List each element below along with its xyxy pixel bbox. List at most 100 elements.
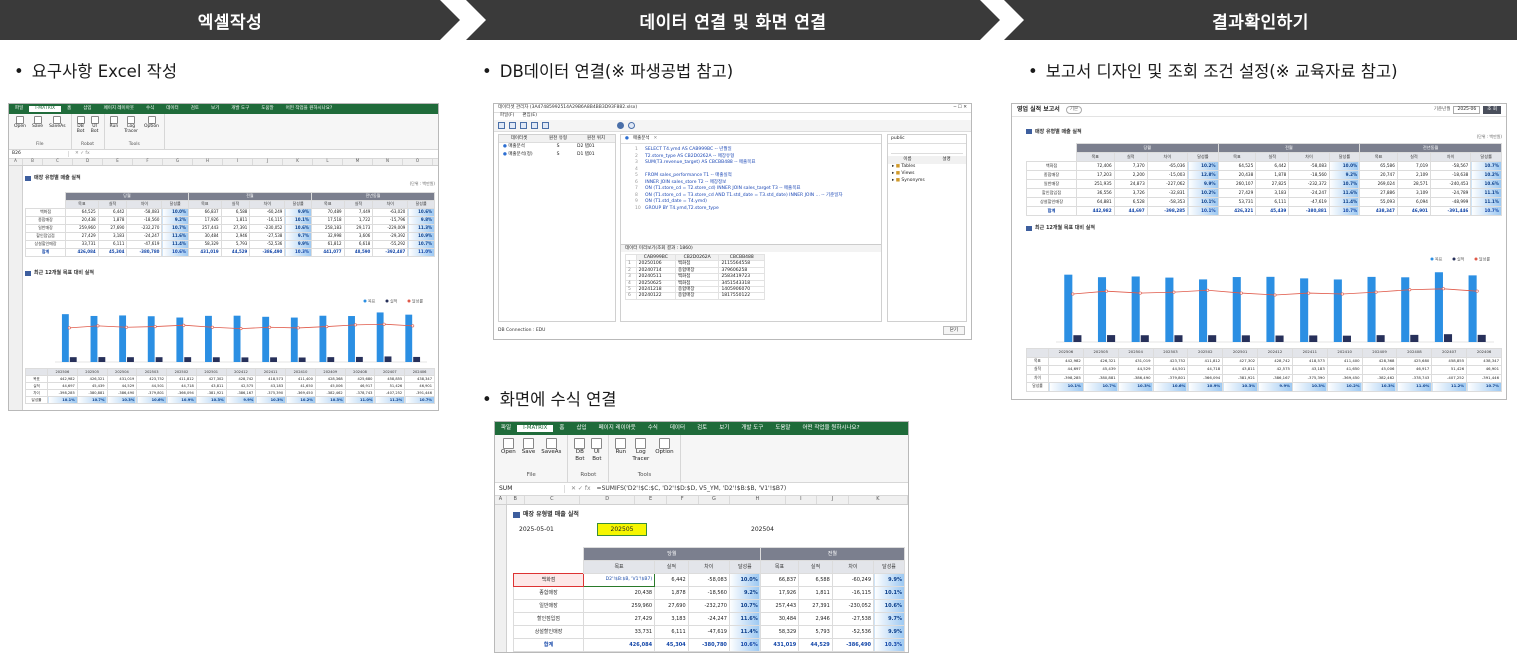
sql-editor[interactable]: 1 SELECT T4.ymd AS CAB999BC -- 년월일 2 T2.sto… xyxy=(621,144,881,244)
menu-item[interactable]: 보기 xyxy=(713,425,735,432)
rate-point[interactable] xyxy=(1138,291,1142,295)
menu-item[interactable]: 어떤 작업을 원하시나요? xyxy=(280,106,339,111)
rate-point[interactable] xyxy=(1475,289,1479,293)
bar-actual[interactable] xyxy=(1477,334,1486,342)
bar-target[interactable] xyxy=(1131,276,1140,342)
column-letter[interactable]: J xyxy=(253,158,283,165)
column-letter[interactable]: G xyxy=(699,496,731,504)
name-box[interactable]: B26 xyxy=(9,151,69,157)
rate-point[interactable] xyxy=(353,323,357,327)
open-icon[interactable] xyxy=(509,122,516,129)
bar-actual[interactable] xyxy=(1241,335,1250,342)
column-letter[interactable]: H xyxy=(193,158,223,165)
bar-target[interactable] xyxy=(1266,276,1275,342)
column-letter[interactable]: I xyxy=(786,496,818,504)
rate-point[interactable] xyxy=(125,325,129,329)
menu-item[interactable]: 파일 xyxy=(9,106,29,111)
column-letter[interactable]: J xyxy=(817,496,849,504)
menu-item[interactable]: 개발 도구 xyxy=(225,106,255,111)
run-icon[interactable] xyxy=(617,122,624,129)
rate-point[interactable] xyxy=(239,327,243,331)
bar-actual[interactable] xyxy=(241,357,249,362)
bar-actual[interactable] xyxy=(155,357,163,362)
bar-actual[interactable] xyxy=(413,356,421,362)
bar-actual[interactable] xyxy=(384,356,392,362)
rate-point[interactable] xyxy=(182,323,186,327)
name-box[interactable]: SUM xyxy=(495,485,565,493)
column-letter[interactable]: H xyxy=(730,496,786,504)
dataset-row[interactable]: ● 매출분석 S D2 탭01 xyxy=(499,143,615,151)
bar-actual[interactable] xyxy=(1208,335,1217,342)
editing-cell[interactable]: D2'!$B:$B, 'V1'!$B7) xyxy=(582,573,656,587)
tree-tables[interactable]: ▸ ■ Tables xyxy=(892,164,966,171)
column-letter[interactable]: D xyxy=(580,496,636,504)
bar-actual[interactable] xyxy=(184,357,192,362)
rate-point[interactable] xyxy=(1340,292,1344,296)
ribbon-button[interactable]: SaveAs xyxy=(541,438,561,456)
column-letter[interactable]: C xyxy=(525,496,580,504)
column-letter[interactable]: I xyxy=(223,158,253,165)
result-row[interactable]: 6 20240122 종합매장 1817550122 xyxy=(625,292,765,300)
rate-point[interactable] xyxy=(1105,289,1109,293)
ribbon-button[interactable]: Run xyxy=(615,438,627,462)
bar-target[interactable] xyxy=(61,314,69,362)
rate-point[interactable] xyxy=(153,325,157,329)
bar-target[interactable] xyxy=(1300,278,1309,342)
bar-target[interactable] xyxy=(348,316,355,362)
rate-point[interactable] xyxy=(1374,290,1378,294)
rate-point[interactable] xyxy=(1071,292,1075,296)
bar-target[interactable] xyxy=(319,315,327,362)
column-letter[interactable]: B xyxy=(23,158,43,165)
column-letter[interactable]: D xyxy=(73,158,103,165)
menu-item[interactable]: 홈 xyxy=(553,425,570,432)
save-icon[interactable] xyxy=(531,122,538,129)
ribbon-button[interactable]: Log Tracer xyxy=(632,438,649,462)
column-letter[interactable]: F xyxy=(133,158,163,165)
bar-actual[interactable] xyxy=(98,357,106,362)
rate-point[interactable] xyxy=(296,326,300,330)
menu-item[interactable]: 도움말 xyxy=(255,106,279,111)
rate-point[interactable] xyxy=(268,325,272,329)
ribbon-button[interactable]: UI Bot xyxy=(591,438,603,462)
bar-target[interactable] xyxy=(1468,275,1477,342)
ribbon-button[interactable]: Save xyxy=(32,116,43,129)
menu-item[interactable]: 파일 xyxy=(495,425,517,432)
bar-target[interactable] xyxy=(290,317,298,362)
menu-item[interactable]: 보기 xyxy=(205,106,225,111)
refresh-icon[interactable] xyxy=(520,122,527,129)
current-ym-cell[interactable]: 202505 xyxy=(597,523,647,536)
dataset-row[interactable]: ● 매출분석(정) S D1 탭01 xyxy=(499,151,615,159)
menu-item[interactable]: 데이터 xyxy=(160,106,184,111)
bar-actual[interactable] xyxy=(1443,334,1453,342)
bar-actual[interactable] xyxy=(1376,335,1385,342)
bar-actual[interactable] xyxy=(298,357,306,362)
bar-actual[interactable] xyxy=(212,357,220,362)
column-letter[interactable]: M xyxy=(343,158,373,165)
bar-actual[interactable] xyxy=(1342,335,1351,342)
menu-item[interactable]: 도움말 xyxy=(769,425,796,432)
rate-point[interactable] xyxy=(1408,288,1412,292)
ribbon-button[interactable]: DB Bot xyxy=(76,116,85,135)
ribbon-button[interactable]: SaveAs xyxy=(49,116,66,129)
rate-point[interactable] xyxy=(325,325,329,329)
column-letter[interactable]: N xyxy=(373,158,403,165)
bar-target[interactable] xyxy=(1165,277,1174,342)
rate-point[interactable] xyxy=(96,324,100,328)
bar-actual[interactable] xyxy=(327,357,335,362)
rate-point[interactable] xyxy=(1206,288,1210,292)
column-letter[interactable]: K xyxy=(283,158,313,165)
query-button[interactable]: 조 회 xyxy=(1483,106,1501,114)
rate-point[interactable] xyxy=(1441,287,1445,291)
bar-target[interactable] xyxy=(176,317,184,362)
schema-search[interactable] xyxy=(891,146,963,154)
rate-point[interactable] xyxy=(1239,291,1243,295)
menu-item[interactable]: I-MATRIX xyxy=(517,425,554,432)
menu-item[interactable]: 수식 xyxy=(642,425,664,432)
export-icon[interactable] xyxy=(542,122,549,129)
tree-views[interactable]: ▸ ■ Views xyxy=(892,171,966,178)
bar-actual[interactable] xyxy=(1073,335,1082,342)
ribbon-button[interactable]: Option xyxy=(655,438,674,462)
column-letter[interactable]: G xyxy=(163,158,193,165)
bar-actual[interactable] xyxy=(355,356,363,362)
bar-target[interactable] xyxy=(233,315,241,362)
